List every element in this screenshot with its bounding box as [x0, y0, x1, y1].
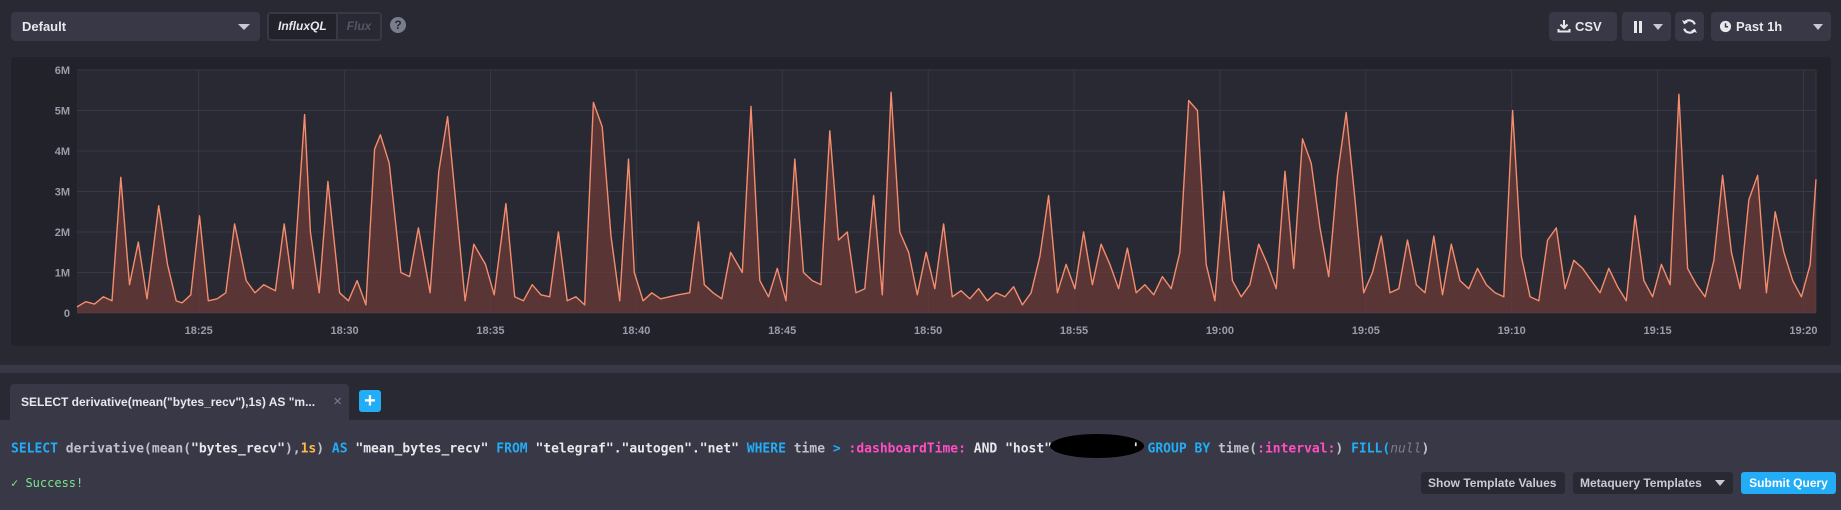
- database-dropdown[interactable]: Default: [11, 12, 260, 41]
- q-fill: FILL(: [1351, 441, 1391, 457]
- q-num: 1s: [300, 441, 317, 457]
- q-as: AS: [324, 441, 356, 457]
- q-and: AND: [965, 441, 1006, 457]
- x-tick-label: 18:40: [622, 325, 650, 337]
- x-tick-label: 19:05: [1352, 325, 1380, 337]
- metaquery-templates-dropdown[interactable]: Metaquery Templates: [1573, 472, 1733, 494]
- q-null: null: [1390, 441, 1422, 457]
- x-tick-label: 18:55: [1060, 325, 1088, 337]
- csv-label: CSV: [1575, 19, 1602, 34]
- bytes-recv-chart: 0 1M 2M 3M 4M 5M 6M 18:25 18:30 18:35 18:40 18:45 18…: [55, 65, 1818, 337]
- query-language-toggle: InfluxQL Flux: [267, 12, 383, 41]
- csv-download-button[interactable]: CSV: [1549, 12, 1617, 41]
- redaction-mark: [1049, 434, 1144, 458]
- metaquery-templates-label: Metaquery Templates: [1580, 476, 1702, 490]
- q-from: FROM: [488, 441, 536, 457]
- show-template-values-button[interactable]: Show Template Values: [1421, 472, 1565, 494]
- query-input[interactable]: SELECT derivative(mean("bytes_recv"),1s)…: [11, 434, 1430, 458]
- q-where: WHERE: [738, 441, 794, 457]
- refresh-icon: [1682, 19, 1697, 34]
- refresh-button[interactable]: [1675, 12, 1704, 41]
- x-tick-label: 18:35: [476, 325, 504, 337]
- x-tick-label: 19:15: [1643, 325, 1671, 337]
- auto-refresh-dropdown[interactable]: [1622, 12, 1671, 41]
- pause-icon: [1634, 21, 1642, 33]
- query-tab-bar: SELECT derivative(mean("bytes_recv"),1s)…: [0, 373, 1841, 420]
- query-editor: SELECT derivative(mean("bytes_recv"),1s)…: [0, 420, 1841, 510]
- x-tick-label: 19:10: [1498, 325, 1526, 337]
- x-tick-label: 18:25: [185, 325, 213, 337]
- x-tick-label: 18:45: [768, 325, 796, 337]
- lang-flux-button[interactable]: Flux: [335, 14, 381, 39]
- y-tick-label: 3M: [55, 187, 70, 199]
- query-toolbar: Default InfluxQL Flux ? CSV Past 1h: [0, 0, 1841, 52]
- query-tab[interactable]: SELECT derivative(mean("bytes_recv"),1s)…: [10, 384, 349, 420]
- q-groupby: GROUP BY: [1139, 441, 1218, 457]
- y-tick-label: 4M: [55, 146, 70, 158]
- q-end: ): [1421, 441, 1430, 457]
- x-tick-label: 19:20: [1789, 325, 1817, 337]
- caret-down-icon: [1715, 480, 1725, 486]
- help-icon[interactable]: ?: [390, 17, 406, 33]
- time-range-label: Past 1h: [1736, 19, 1783, 34]
- close-icon[interactable]: ×: [333, 384, 342, 420]
- query-tab-title: SELECT derivative(mean("bytes_recv"),1s)…: [21, 395, 316, 409]
- q-alias: "mean_bytes_recv": [355, 441, 489, 457]
- clock-icon: [1719, 20, 1732, 33]
- q-close: ): [1335, 441, 1352, 457]
- q-paren: ): [316, 441, 325, 457]
- q-func: derivative(mean(: [57, 441, 192, 457]
- q-field: "bytes_recv": [191, 441, 285, 457]
- caret-down-icon: [1653, 24, 1663, 30]
- q-timefn: time(: [1217, 441, 1258, 457]
- caret-down-icon: [238, 24, 250, 30]
- x-tick-label: 18:50: [914, 325, 942, 337]
- q-interval: :interval:: [1257, 441, 1336, 457]
- lang-influxql-button[interactable]: InfluxQL: [269, 14, 336, 39]
- caret-down-icon: [1813, 24, 1823, 30]
- q-measurement: "telegraf"."autogen"."net": [535, 441, 739, 457]
- y-tick-label: 2M: [55, 227, 70, 239]
- query-status: ✓ Success!: [11, 476, 84, 490]
- y-tick-label: 1M: [55, 268, 70, 280]
- x-tick-label: 19:00: [1206, 325, 1234, 337]
- q-comma: ),: [284, 441, 301, 457]
- time-range-dropdown[interactable]: Past 1h: [1711, 12, 1831, 41]
- add-query-button[interactable]: +: [359, 390, 381, 412]
- download-icon: [1557, 20, 1571, 33]
- graph-panel: 0 1M 2M 3M 4M 5M 6M 18:25 18:30 18:35 18:40 18:45 18…: [11, 57, 1831, 346]
- q-host-end: ': [1131, 441, 1140, 457]
- submit-query-button[interactable]: Submit Query: [1741, 472, 1836, 494]
- x-tick-label: 18:30: [330, 325, 358, 337]
- q-gt: >: [825, 441, 849, 457]
- q-dashtime: :dashboardTime:: [848, 441, 966, 457]
- y-tick-label: 6M: [55, 65, 70, 77]
- y-tick-label: 5M: [55, 106, 70, 118]
- q-select: SELECT: [11, 441, 58, 457]
- resize-divider[interactable]: [0, 365, 1841, 373]
- y-tick-label: 0: [64, 308, 70, 320]
- q-time: time: [793, 441, 826, 457]
- database-dropdown-label: Default: [22, 19, 67, 34]
